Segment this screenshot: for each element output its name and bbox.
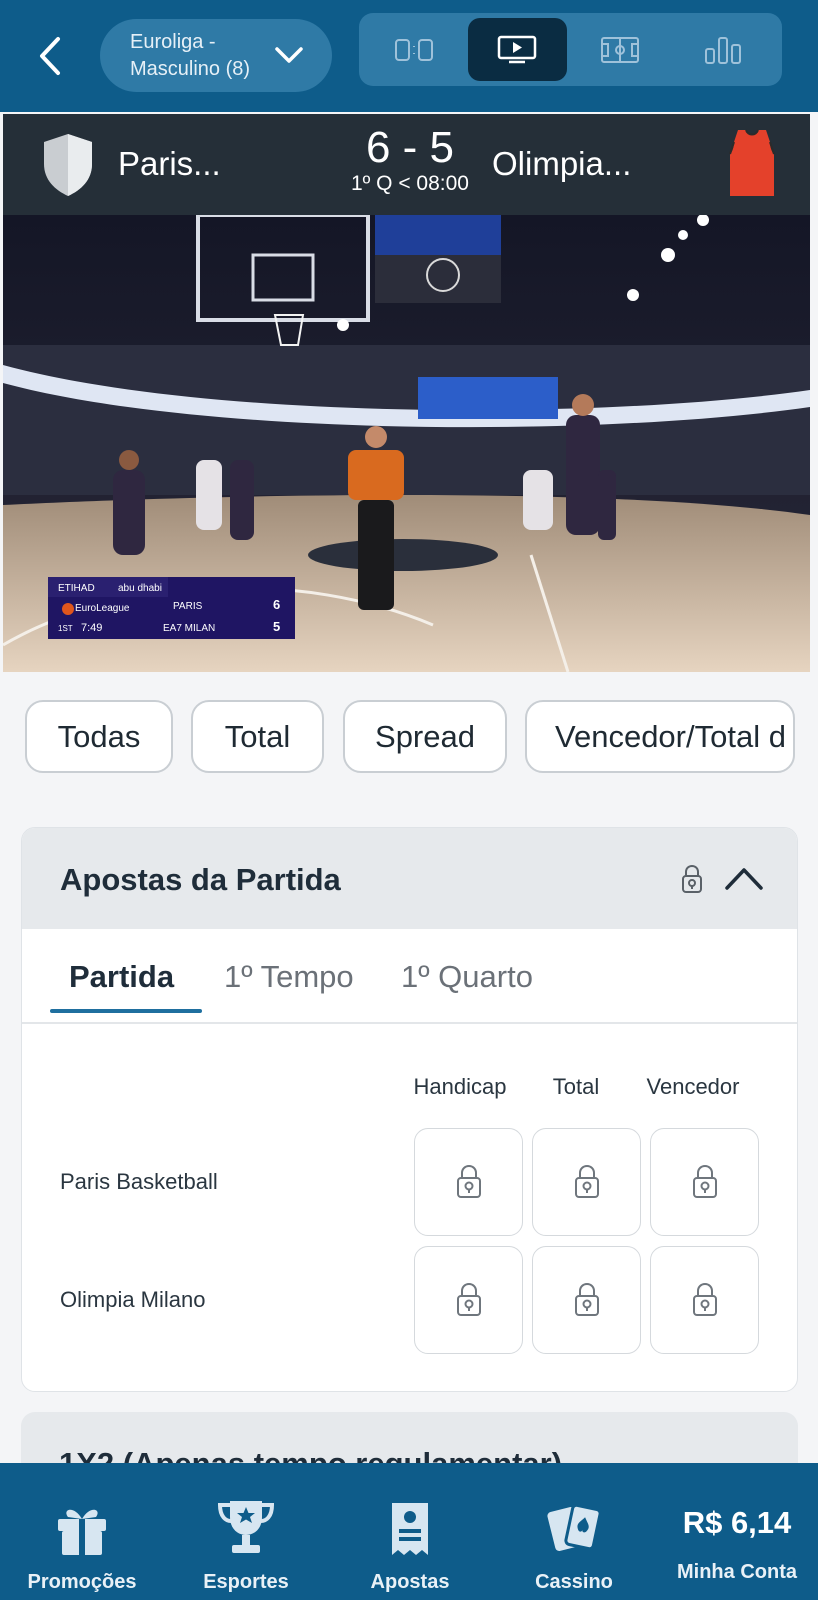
nav-cassino[interactable]: Cassino <box>492 1463 656 1600</box>
tab-live-video[interactable] <box>467 18 567 81</box>
nav-esportes[interactable]: Esportes <box>164 1463 328 1600</box>
video-overlay-away: EA7 MILAN <box>163 623 215 634</box>
ticket-icon <box>392 1503 428 1555</box>
lock-icon <box>456 1164 481 1198</box>
odd-away-vencedor[interactable] <box>650 1246 759 1354</box>
away-team-name: Olimpia... <box>492 145 632 182</box>
row-label-home: Paris Basketball <box>60 1169 218 1194</box>
bottom-navigation: Promoções Esportes Apostas Cassino R$ 6,… <box>0 1463 818 1600</box>
tab-field[interactable] <box>571 18 670 81</box>
video-overlay-sponsor-2: abu dhabi <box>118 583 162 594</box>
video-overlay-away-score: 5 <box>273 619 280 634</box>
home-team-name: Paris... <box>118 145 221 182</box>
court-icon <box>600 36 639 63</box>
active-tab-indicator <box>50 1009 202 1013</box>
basketball-court-scene: ETIHAD abu dhabi EuroLeague 1ST 7:49 PAR… <box>3 215 810 672</box>
odd-home-total[interactable] <box>532 1128 641 1236</box>
lock-icon <box>692 1282 717 1316</box>
nav-apostas[interactable]: Apostas <box>328 1463 492 1600</box>
chip-total[interactable]: Total <box>191 700 324 773</box>
lock-icon <box>682 864 702 893</box>
row-label-away: Olimpia Milano <box>60 1287 206 1312</box>
stats-icon <box>704 36 741 64</box>
chevron-up-icon[interactable] <box>724 858 764 898</box>
odd-home-handicap[interactable] <box>414 1128 523 1236</box>
nav-cassino-label: Cassino <box>535 1571 613 1593</box>
account-balance: R$ 6,14 <box>682 1505 792 1540</box>
top-bar: Euroliga - Masculino (8) <box>0 0 818 112</box>
odd-home-vencedor[interactable] <box>650 1128 759 1236</box>
odd-away-handicap[interactable] <box>414 1246 523 1354</box>
nav-minha-conta-label: Minha Conta <box>677 1561 797 1583</box>
video-overlay-sponsor-1: ETIHAD <box>58 583 95 594</box>
scoreboard-icon <box>395 38 434 61</box>
tv-icon <box>497 35 537 63</box>
match-bets-title: Apostas da Partida <box>60 862 341 897</box>
video-overlay-home-score: 6 <box>273 597 280 612</box>
gift-icon <box>58 1509 106 1555</box>
tab-1-quarto[interactable]: 1º Quarto <box>401 959 533 995</box>
match-score: 6 - 5 <box>365 123 455 172</box>
nav-apostas-label: Apostas <box>370 1571 450 1593</box>
lock-icon <box>456 1282 481 1316</box>
lock-icon <box>574 1282 599 1316</box>
shield-icon <box>44 134 92 196</box>
column-total: Total <box>552 1074 600 1099</box>
video-overlay-time: 7:49 <box>81 622 102 634</box>
trophy-icon <box>218 1501 274 1553</box>
odd-away-total[interactable] <box>532 1246 641 1354</box>
jersey-icon <box>729 129 775 196</box>
match-bets-card: Apostas da Partida Partida 1º Tempo 1º Q… <box>21 827 798 1392</box>
league-selector[interactable]: Euroliga - Masculino (8) <box>100 19 332 92</box>
nav-promocoes[interactable]: Promoções <box>0 1463 164 1600</box>
tab-scoreboard[interactable] <box>365 18 464 81</box>
video-overlay-league: EuroLeague <box>75 603 130 614</box>
league-selector-label: Euroliga - Masculino (8) <box>130 30 251 80</box>
live-video-player[interactable]: ETIHAD abu dhabi EuroLeague 1ST 7:49 PAR… <box>3 215 810 672</box>
chip-spread[interactable]: Spread <box>343 700 507 773</box>
nav-promocoes-label: Promoções <box>27 1571 137 1593</box>
chevron-left-icon <box>40 37 60 75</box>
lock-icon <box>574 1164 599 1198</box>
chip-todas[interactable]: Todas <box>25 700 173 773</box>
lock-icon <box>692 1164 717 1198</box>
video-overlay-period: 1ST <box>58 624 73 633</box>
cards-icon <box>547 1503 602 1551</box>
nav-esportes-label: Esportes <box>203 1571 289 1593</box>
tab-1-tempo[interactable]: 1º Tempo <box>224 959 354 995</box>
chip-vencedor-total[interactable]: Vencedor/Total d <box>525 700 795 773</box>
view-mode-tabs <box>359 13 782 86</box>
column-handicap: Handicap <box>413 1074 507 1099</box>
tab-stats[interactable] <box>673 18 772 81</box>
market-filter-chips: Todas Total Spread Vencedor/Total d <box>0 700 818 776</box>
column-vencedor: Vencedor <box>646 1074 740 1099</box>
back-button[interactable] <box>30 32 70 80</box>
match-clock: 1º Q < 08:00 <box>350 172 469 195</box>
video-overlay-home: PARIS <box>173 601 203 612</box>
nav-minha-conta[interactable]: R$ 6,14 Minha Conta <box>656 1463 818 1600</box>
chevron-down-icon <box>275 47 303 63</box>
tab-partida[interactable]: Partida <box>69 959 174 995</box>
match-bets-header[interactable]: Apostas da Partida <box>22 828 797 929</box>
